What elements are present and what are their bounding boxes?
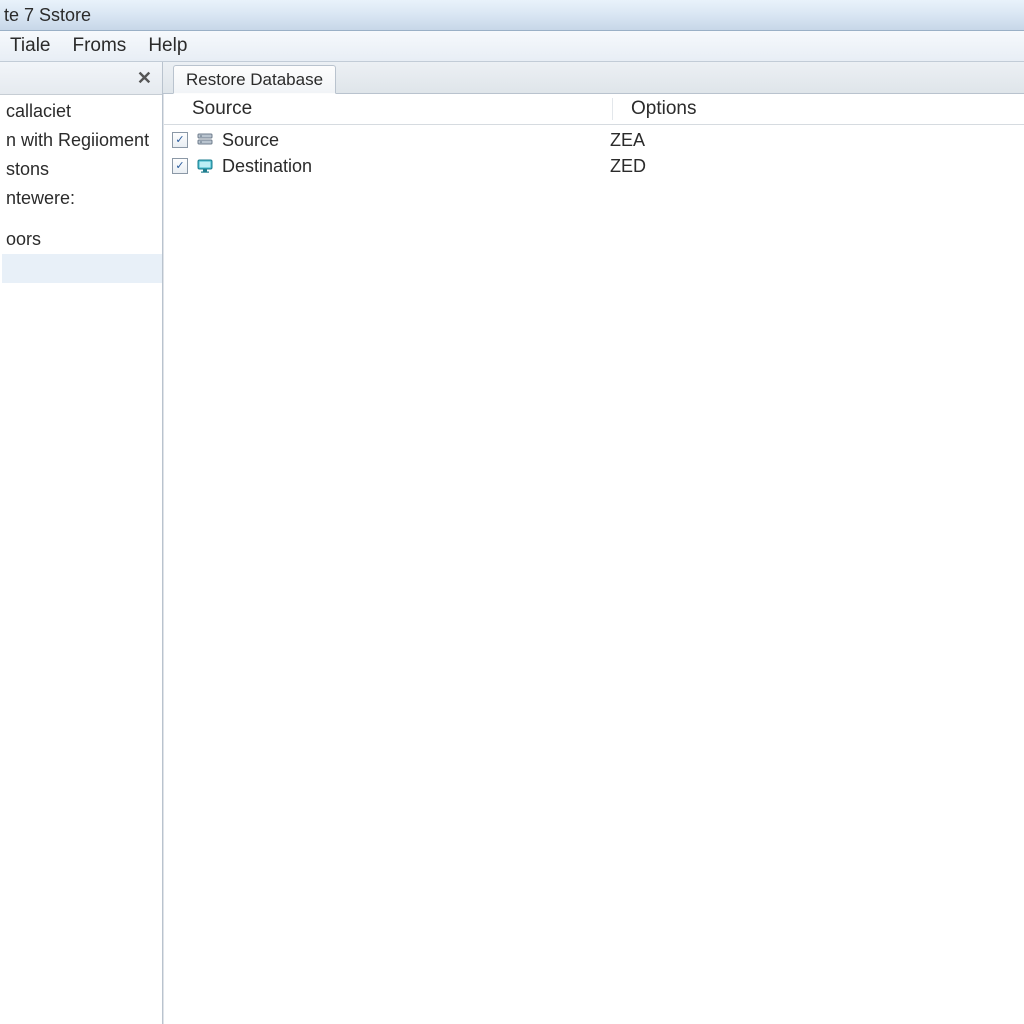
table-row[interactable]: Destination ZED: [164, 153, 1024, 179]
menu-item-tiale[interactable]: Tiale: [10, 35, 50, 57]
row-label: Destination: [222, 156, 312, 177]
sidebar-item-selected[interactable]: [2, 254, 162, 283]
sidebar-item[interactable]: n with Regiioment: [2, 126, 162, 155]
column-header-options[interactable]: Options: [613, 98, 1024, 120]
row-source-cell: Destination: [164, 156, 592, 177]
row-source-cell: Source: [164, 130, 592, 151]
menu-item-froms[interactable]: Froms: [72, 35, 126, 57]
server-icon: [196, 131, 214, 149]
menu-bar: Tiale Froms Help: [0, 31, 1024, 62]
checkbox-icon[interactable]: [172, 158, 188, 174]
title-bar: te 7 Sstore: [0, 0, 1024, 31]
sidebar-spacer: [2, 213, 162, 225]
table-header-row: Source Options: [164, 94, 1024, 125]
close-icon[interactable]: ✕: [133, 68, 156, 89]
tab-restore-database[interactable]: Restore Database: [173, 65, 336, 94]
tab-strip: Restore Database: [163, 62, 1024, 94]
content-area: Restore Database Source Options: [163, 62, 1024, 1024]
sidebar-item[interactable]: callaciet: [2, 97, 162, 126]
table-body: Source ZEA: [164, 125, 1024, 179]
row-option-cell: ZEA: [592, 130, 1024, 151]
sidebar-item[interactable]: ntewere:: [2, 184, 162, 213]
row-label: Source: [222, 130, 279, 151]
sidebar-item[interactable]: stons: [2, 155, 162, 184]
menu-item-help[interactable]: Help: [148, 35, 187, 57]
table-row[interactable]: Source ZEA: [164, 127, 1024, 153]
sidebar-header: ✕: [0, 62, 162, 95]
table-area: Source Options: [163, 94, 1024, 1024]
window-title: te 7 Sstore: [4, 5, 91, 26]
sidebar-list: callaciet n with Regiioment stons ntewer…: [0, 95, 162, 283]
checkbox-icon[interactable]: [172, 132, 188, 148]
row-option: ZEA: [610, 130, 645, 150]
row-option-cell: ZED: [592, 156, 1024, 177]
sidebar-item[interactable]: oors: [2, 225, 162, 254]
column-header-source[interactable]: Source: [164, 98, 613, 120]
monitor-icon: [196, 157, 214, 175]
main-area: ✕ callaciet n with Regiioment stons ntew…: [0, 62, 1024, 1024]
sidebar: ✕ callaciet n with Regiioment stons ntew…: [0, 62, 163, 1024]
row-option: ZED: [610, 156, 646, 176]
